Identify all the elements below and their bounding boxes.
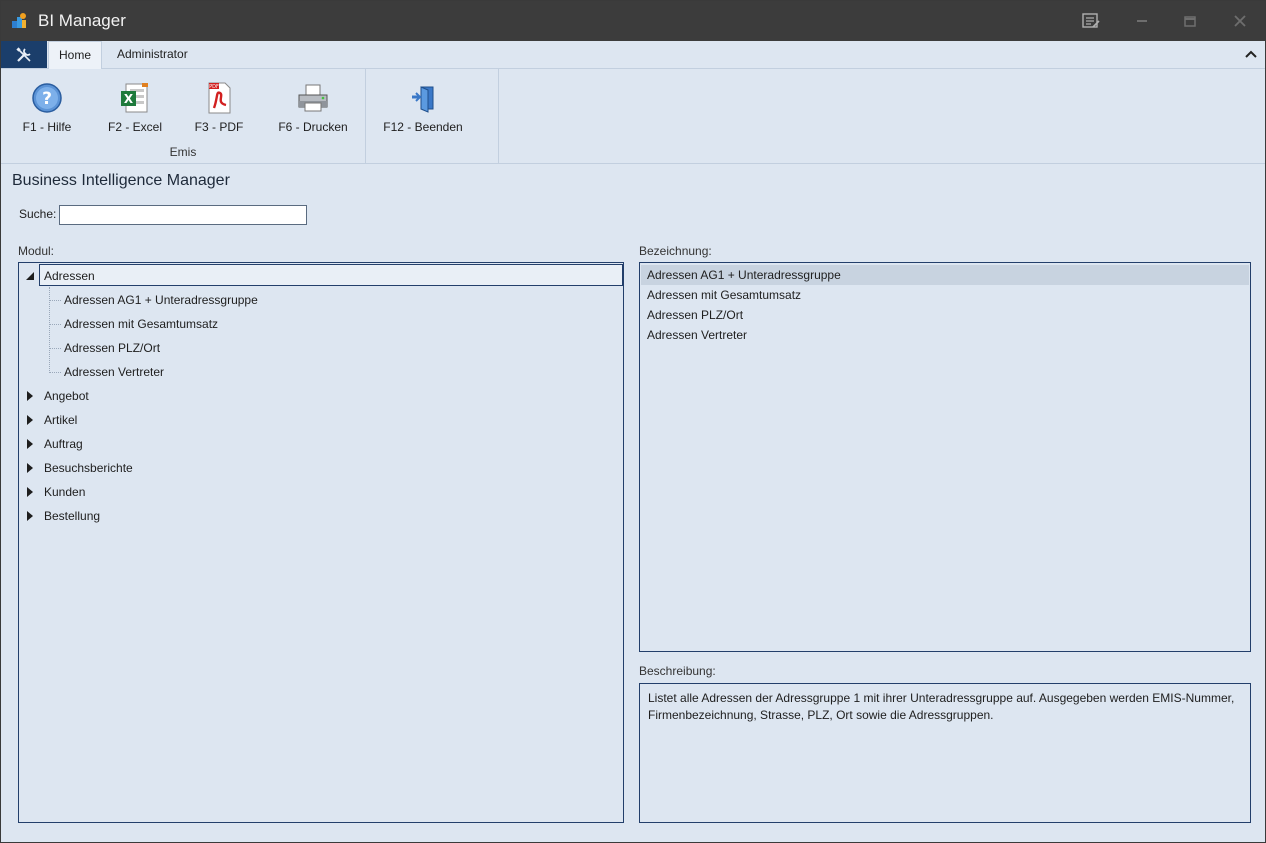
app-window: BI Manager Home Administrator ? F1 - Hil… bbox=[0, 0, 1266, 843]
restore-icon bbox=[1184, 16, 1196, 27]
ribbon-group-exit: F12 - Beenden bbox=[366, 69, 499, 163]
tab-administrator[interactable]: Administrator bbox=[107, 41, 198, 68]
ribbon-group-emis: ? F1 - Hilfe X F2 - Excel PDF F3 - PDF F… bbox=[1, 69, 366, 163]
print-button-label: F6 - Drucken bbox=[278, 120, 348, 134]
svg-text:PDF: PDF bbox=[209, 84, 219, 90]
help-button-label: F1 - Hilfe bbox=[22, 120, 72, 134]
window-title: BI Manager bbox=[38, 11, 126, 30]
bezeichnung-label: Bezeichnung: bbox=[639, 244, 712, 258]
excel-icon: X bbox=[121, 83, 148, 113]
list-item[interactable]: Adressen PLZ/Ort bbox=[641, 305, 1249, 325]
excel-button-label: F2 - Excel bbox=[107, 120, 162, 134]
bezeichnung-list[interactable]: Adressen AG1 + Unteradressgruppe Adresse… bbox=[639, 262, 1251, 652]
close-button[interactable] bbox=[1217, 1, 1263, 41]
tree-node-auftrag[interactable]: Auftrag bbox=[19, 433, 619, 455]
minimize-icon bbox=[1137, 20, 1147, 22]
tree-guide-line bbox=[49, 324, 61, 325]
tree-leaf[interactable]: Adressen Vertreter bbox=[64, 361, 164, 383]
notes-button[interactable] bbox=[1068, 1, 1114, 41]
collapse-ribbon-button[interactable] bbox=[1243, 45, 1259, 63]
collapsed-arrow-icon bbox=[27, 391, 33, 401]
pdf-icon: PDF bbox=[208, 82, 231, 114]
tree-node-artikel[interactable]: Artikel bbox=[19, 409, 619, 431]
exit-door-icon bbox=[412, 86, 434, 113]
tree-leaf[interactable]: Adressen PLZ/Ort bbox=[64, 337, 160, 359]
tree-node-label: Artikel bbox=[44, 413, 78, 427]
chevron-up-icon bbox=[1245, 50, 1257, 58]
expanded-arrow-icon bbox=[26, 272, 34, 280]
tree-node-label: Bestellung bbox=[44, 509, 101, 523]
collapsed-arrow-icon bbox=[27, 463, 33, 473]
help-icon: ? bbox=[32, 83, 62, 113]
restore-button[interactable] bbox=[1167, 1, 1213, 41]
page-title: Business Intelligence Manager bbox=[12, 172, 230, 189]
exit-button-label: F12 - Beenden bbox=[383, 120, 463, 134]
print-button[interactable]: F6 - Drucken bbox=[273, 81, 353, 134]
tree-node-adressen[interactable]: Adressen bbox=[19, 265, 619, 287]
svg-text:?: ? bbox=[42, 89, 52, 109]
modul-label: Modul: bbox=[18, 244, 55, 258]
excel-button[interactable]: X F2 - Excel bbox=[103, 81, 167, 134]
svg-text:X: X bbox=[124, 92, 134, 106]
tree-node-besuchsberichte[interactable]: Besuchsberichte bbox=[19, 457, 619, 479]
title-bar[interactable]: BI Manager bbox=[1, 1, 1265, 41]
ribbon-panel: ? F1 - Hilfe X F2 - Excel PDF F3 - PDF F… bbox=[1, 69, 1265, 164]
tab-home[interactable]: Home bbox=[48, 41, 103, 69]
help-button[interactable]: ? F1 - Hilfe bbox=[15, 81, 79, 134]
close-icon bbox=[1234, 15, 1246, 27]
search-label: Suche: bbox=[19, 207, 57, 221]
notes-icon bbox=[1082, 13, 1100, 28]
tree-node-bestellung[interactable]: Bestellung bbox=[19, 505, 619, 527]
exit-button[interactable]: F12 - Beenden bbox=[380, 81, 466, 134]
tree-leaf[interactable]: Adressen mit Gesamtumsatz bbox=[64, 313, 218, 335]
tree-node-angebot[interactable]: Angebot bbox=[19, 385, 619, 407]
tree-guide-line bbox=[49, 348, 61, 349]
tree-node-label: Besuchsberichte bbox=[44, 461, 133, 475]
beschreibung-label: Beschreibung: bbox=[639, 664, 716, 678]
printer-icon bbox=[298, 84, 328, 112]
collapsed-arrow-icon bbox=[27, 511, 33, 521]
list-item[interactable]: Adressen mit Gesamtumsatz bbox=[641, 285, 1249, 305]
ribbon-group-label: Emis bbox=[169, 145, 197, 159]
tree-node-label: Auftrag bbox=[44, 437, 83, 451]
minimize-button[interactable] bbox=[1119, 1, 1165, 41]
collapsed-arrow-icon bbox=[27, 487, 33, 497]
list-item[interactable]: Adressen AG1 + Unteradressgruppe bbox=[641, 265, 1249, 285]
search-input[interactable] bbox=[59, 205, 307, 225]
tree-node-kunden[interactable]: Kunden bbox=[19, 481, 619, 503]
application-menu-button[interactable] bbox=[1, 41, 47, 68]
tree-node-label: Adressen bbox=[44, 269, 95, 283]
collapsed-arrow-icon bbox=[27, 415, 33, 425]
bi-manager-app-icon bbox=[12, 13, 26, 28]
tree-leaf[interactable]: Adressen AG1 + Unteradressgruppe bbox=[64, 289, 258, 311]
tree-guide-line bbox=[49, 300, 61, 301]
ribbon-tab-bar: Home Administrator bbox=[1, 41, 1265, 69]
modul-tree[interactable]: Adressen Adressen AG1 + Unteradressgrupp… bbox=[18, 262, 624, 823]
pdf-button-label: F3 - PDF bbox=[194, 120, 244, 134]
pdf-button[interactable]: PDF F3 - PDF bbox=[187, 81, 251, 134]
list-item[interactable]: Adressen Vertreter bbox=[641, 325, 1249, 345]
tree-node-label: Angebot bbox=[44, 389, 89, 403]
collapsed-arrow-icon bbox=[27, 439, 33, 449]
tree-node-label: Kunden bbox=[44, 485, 86, 499]
beschreibung-text: Listet alle Adressen der Adressgruppe 1 … bbox=[648, 691, 1235, 722]
tools-icon bbox=[16, 46, 31, 62]
tree-guide-line bbox=[49, 372, 61, 373]
beschreibung-box[interactable]: Listet alle Adressen der Adressgruppe 1 … bbox=[639, 683, 1251, 823]
